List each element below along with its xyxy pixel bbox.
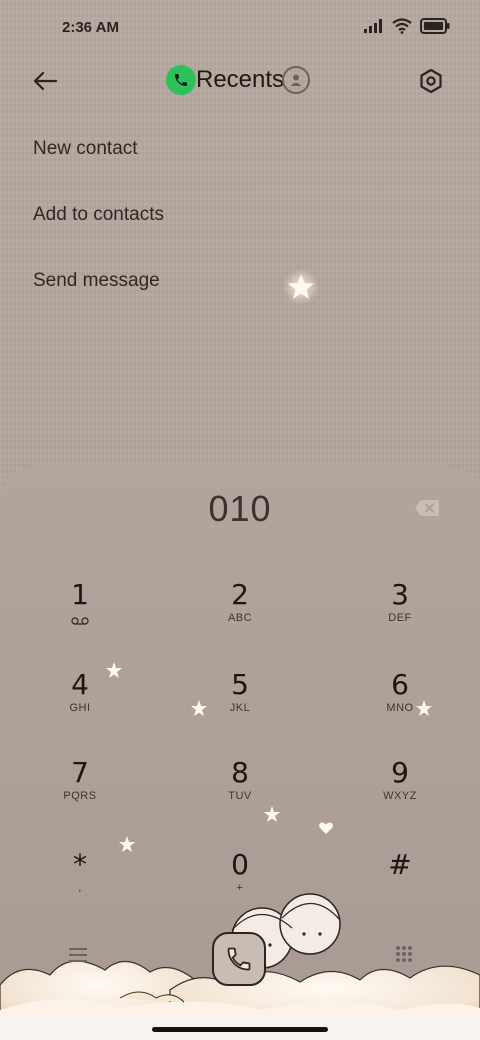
star-decoration	[283, 269, 319, 305]
key-7[interactable]: 7 PQRS	[20, 756, 140, 836]
dialed-number: 010	[208, 488, 272, 529]
call-button[interactable]	[212, 932, 266, 986]
phone-icon	[166, 65, 196, 95]
settings-icon[interactable]	[418, 68, 444, 94]
title-group: Recents	[166, 65, 311, 95]
key-digit: 9	[391, 756, 409, 789]
call-icon	[227, 947, 251, 971]
key-digit: 2	[231, 578, 249, 611]
key-1[interactable]: 1	[20, 578, 140, 658]
key-digit: 5	[231, 668, 249, 701]
key-letters: ABC	[227, 612, 253, 624]
star-decoration	[106, 662, 122, 678]
action-menu: New contact Add to contacts Send message	[33, 120, 164, 318]
voicemail-icon	[71, 617, 89, 625]
navigation-bar	[0, 1018, 480, 1040]
key-9[interactable]: 9 WXYZ	[340, 756, 460, 836]
key-digit: 7	[71, 756, 89, 789]
star-decoration	[191, 700, 207, 716]
status-time: 2:36 AM	[62, 19, 119, 36]
key-letters: DEF	[388, 612, 412, 624]
key-letters: TUV	[228, 790, 252, 802]
key-digit: 1	[71, 578, 89, 611]
keypad-icon[interactable]	[394, 944, 414, 964]
status-icons	[364, 18, 450, 34]
wifi-icon	[392, 18, 412, 34]
key-4[interactable]: 4 GHI	[20, 668, 140, 748]
back-arrow-icon[interactable]	[30, 66, 60, 96]
contacts-icon[interactable]	[282, 66, 311, 94]
star-decoration	[416, 700, 432, 716]
key-6[interactable]: 6 MNO	[340, 668, 460, 748]
key-8[interactable]: 8 TUV	[180, 756, 300, 836]
battery-icon	[420, 18, 450, 34]
status-bar: 2:36 AM	[0, 0, 480, 56]
key-2[interactable]: 2 ABC	[180, 578, 300, 658]
home-indicator[interactable]	[152, 1027, 328, 1032]
signal-icon	[364, 19, 382, 33]
menu-icon[interactable]	[66, 944, 90, 966]
key-digit: 8	[231, 756, 249, 789]
star-decoration	[264, 806, 280, 822]
key-digit: 0	[231, 848, 249, 881]
key-letters: MNO	[386, 702, 414, 714]
top-app-bar: Recents	[0, 56, 480, 106]
key-letters: WXYZ	[383, 790, 417, 802]
key-letters: GHI	[69, 702, 91, 714]
menu-item-send-message[interactable]: Send message	[33, 252, 164, 318]
key-3[interactable]: 3 DEF	[340, 578, 460, 658]
menu-item-new-contact[interactable]: New contact	[33, 120, 164, 186]
page-title: Recents	[196, 66, 285, 93]
menu-item-add-to-contacts[interactable]: Add to contacts	[33, 186, 164, 252]
key-letters: PQRS	[63, 790, 97, 802]
key-digit: #	[388, 848, 412, 881]
key-digit: 6	[391, 668, 409, 701]
backspace-icon[interactable]	[414, 499, 440, 517]
star-decoration	[119, 836, 135, 852]
heart-decoration	[319, 822, 333, 834]
key-digit: 3	[391, 578, 409, 611]
